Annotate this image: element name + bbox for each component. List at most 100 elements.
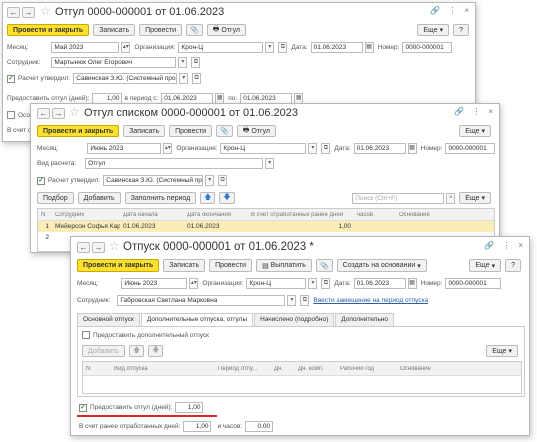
move-down-icon[interactable]: 🡇 — [219, 192, 235, 204]
approved-field[interactable]: Савинская З.Ю. (Системный прог — [103, 175, 204, 186]
pick-button[interactable]: Подбор — [37, 192, 74, 204]
column-header[interactable]: Дата начала — [120, 212, 184, 218]
list-more-button[interactable]: Еще ▾ — [459, 192, 491, 204]
calc-type-dropdown[interactable]: ▾ — [265, 158, 275, 169]
number-field[interactable]: 0000-000001 — [445, 278, 502, 289]
approved-checkbox[interactable]: ✓ — [7, 74, 15, 83]
month-stepper[interactable]: ▴▾ — [163, 143, 173, 154]
fill-period-button[interactable]: Заполнить период — [124, 192, 197, 204]
date-field[interactable]: 01.06.2023 — [310, 42, 363, 53]
calc-type-field[interactable]: Отгул — [85, 158, 264, 169]
print-button[interactable]: 🖶 Отгул — [206, 24, 246, 36]
tab-accrued-details[interactable]: Начислено (подробно) — [254, 313, 335, 326]
post-and-close-button[interactable]: Провести и закрыть — [7, 24, 90, 36]
search-input[interactable]: Поиск (Ctrl+F) — [352, 192, 445, 204]
tab-main-vacation[interactable]: Основной отпуск — [77, 313, 140, 326]
column-header[interactable]: Сотрудник — [52, 212, 120, 218]
create-based-on-button[interactable]: Создать на основании ▾ — [336, 259, 427, 272]
approved-dropdown[interactable]: ▾ — [205, 175, 215, 186]
month-stepper[interactable]: ▴▾ — [121, 42, 131, 53]
approved-field[interactable]: Савинская З.Ю. (Системный прог — [73, 73, 178, 84]
menu-icon[interactable]: ⋮ — [448, 6, 456, 15]
organization-field[interactable]: Крон-Ц — [220, 143, 307, 154]
link-icon[interactable]: 🔗 — [454, 107, 464, 116]
column-header[interactable]: Вид отпуска — [111, 366, 215, 372]
column-header[interactable]: N — [38, 212, 52, 218]
post-button[interactable]: Провести — [139, 24, 183, 36]
employee-dropdown[interactable]: ▾ — [178, 57, 188, 68]
month-stepper[interactable]: ▴▾ — [189, 278, 199, 289]
attach-icon[interactable]: 📎 — [216, 125, 233, 137]
replacement-link[interactable]: Ввести замещение на период отпуска — [313, 297, 428, 304]
approved-open-icon[interactable]: ⧉ — [218, 175, 228, 186]
help-button[interactable]: ? — [505, 259, 521, 272]
dayoff-checkbox[interactable]: ✓ — [79, 403, 87, 412]
organization-dropdown[interactable]: ▾ — [308, 143, 318, 154]
organization-field[interactable]: Крон-Ц — [246, 278, 307, 289]
organization-field[interactable]: Крон-Ц — [178, 42, 264, 53]
post-and-close-button[interactable]: Провести и закрыть — [37, 125, 120, 137]
post-and-close-button[interactable]: Провести и закрыть — [77, 259, 160, 272]
post-button[interactable]: Провести — [209, 259, 253, 272]
employee-dropdown[interactable]: ▾ — [287, 295, 297, 306]
date-field[interactable]: 01.06.2023 — [353, 278, 406, 289]
organization-open-icon[interactable]: ⧉ — [278, 42, 288, 53]
menu-icon[interactable]: ⋮ — [472, 107, 480, 116]
table-row[interactable]: 1 Мейерсон Софья Кар... 01.06.2023 01.06… — [38, 221, 494, 232]
column-header[interactable]: N — [83, 366, 111, 372]
calendar-icon[interactable]: ▦ — [364, 42, 374, 53]
search-clear-icon[interactable]: × — [446, 192, 456, 204]
calendar-icon[interactable]: ▦ — [407, 278, 417, 289]
employee-field[interactable]: Мартынюк Олег Егорович — [51, 57, 177, 68]
link-icon[interactable]: 🔗 — [484, 241, 494, 250]
organization-open-icon[interactable]: ⧉ — [321, 143, 331, 154]
save-button[interactable]: Записать — [93, 24, 136, 36]
column-header[interactable]: Основание — [396, 212, 476, 218]
attach-icon[interactable]: 📎 — [186, 24, 203, 36]
help-button[interactable]: ? — [453, 24, 469, 36]
month-field[interactable]: Май 2023 — [51, 42, 120, 53]
back-button[interactable]: ← — [37, 108, 50, 119]
menu-icon[interactable]: ⋮ — [502, 241, 510, 250]
approved-dropdown[interactable]: ▾ — [179, 73, 189, 84]
back-button[interactable]: ← — [77, 242, 90, 253]
more-button[interactable]: Еще ▾ — [417, 24, 450, 36]
worked-days-field[interactable]: 1,00 — [183, 421, 212, 432]
tab-additional-vacations[interactable]: Дополнительные отпуска, отгулы — [140, 313, 254, 326]
hours-field[interactable]: 0,00 — [245, 421, 274, 432]
column-header[interactable]: часов — [354, 212, 396, 218]
favorite-star-icon[interactable]: ☆ — [40, 4, 51, 18]
post-button[interactable]: Провести — [169, 125, 213, 137]
dayoff-days-field[interactable]: 1,00 — [175, 402, 204, 413]
employee-field[interactable]: Габровская Светлана Марковна — [117, 295, 286, 306]
column-header[interactable]: Основание — [397, 366, 477, 372]
column-header[interactable]: Дата окончания — [184, 212, 248, 218]
column-header[interactable]: Дн. комп. — [295, 366, 337, 372]
special-checkbox[interactable] — [7, 111, 15, 119]
extra-vacation-checkbox[interactable] — [82, 331, 90, 339]
close-icon[interactable]: × — [518, 241, 523, 250]
save-button[interactable]: Записать — [163, 259, 206, 272]
organization-open-icon[interactable]: ⧉ — [321, 278, 331, 289]
print-button[interactable]: 🖶 Отгул — [236, 125, 276, 137]
organization-dropdown[interactable]: ▾ — [265, 42, 275, 53]
link-icon[interactable]: 🔗 — [430, 6, 440, 15]
forward-button[interactable]: → — [52, 108, 65, 119]
month-field[interactable]: Июнь 2023 — [87, 143, 162, 154]
list-more-button[interactable]: Еще ▾ — [486, 345, 518, 357]
more-button[interactable]: Еще ▾ — [469, 259, 502, 272]
employee-open-icon[interactable]: ⧉ — [300, 295, 310, 306]
column-header[interactable]: Рабочий год — [337, 366, 397, 372]
pay-button[interactable]: ▤ Выплатить — [256, 259, 312, 272]
month-field[interactable]: Июнь 2023 — [121, 278, 188, 289]
column-header[interactable]: Дн. — [271, 366, 295, 372]
save-button[interactable]: Записать — [123, 125, 166, 137]
employee-open-icon[interactable]: ⧉ — [191, 57, 201, 68]
approved-checkbox[interactable]: ✓ — [37, 176, 45, 185]
column-header[interactable]: Период отпу... — [215, 366, 271, 372]
number-field[interactable]: 0000-000001 — [445, 143, 496, 154]
add-button[interactable]: Добавить — [82, 345, 125, 357]
move-down-icon[interactable]: 🡇 — [148, 345, 164, 357]
calendar-icon[interactable]: ▦ — [407, 143, 417, 154]
date-field[interactable]: 01.06.2023 — [353, 143, 406, 154]
